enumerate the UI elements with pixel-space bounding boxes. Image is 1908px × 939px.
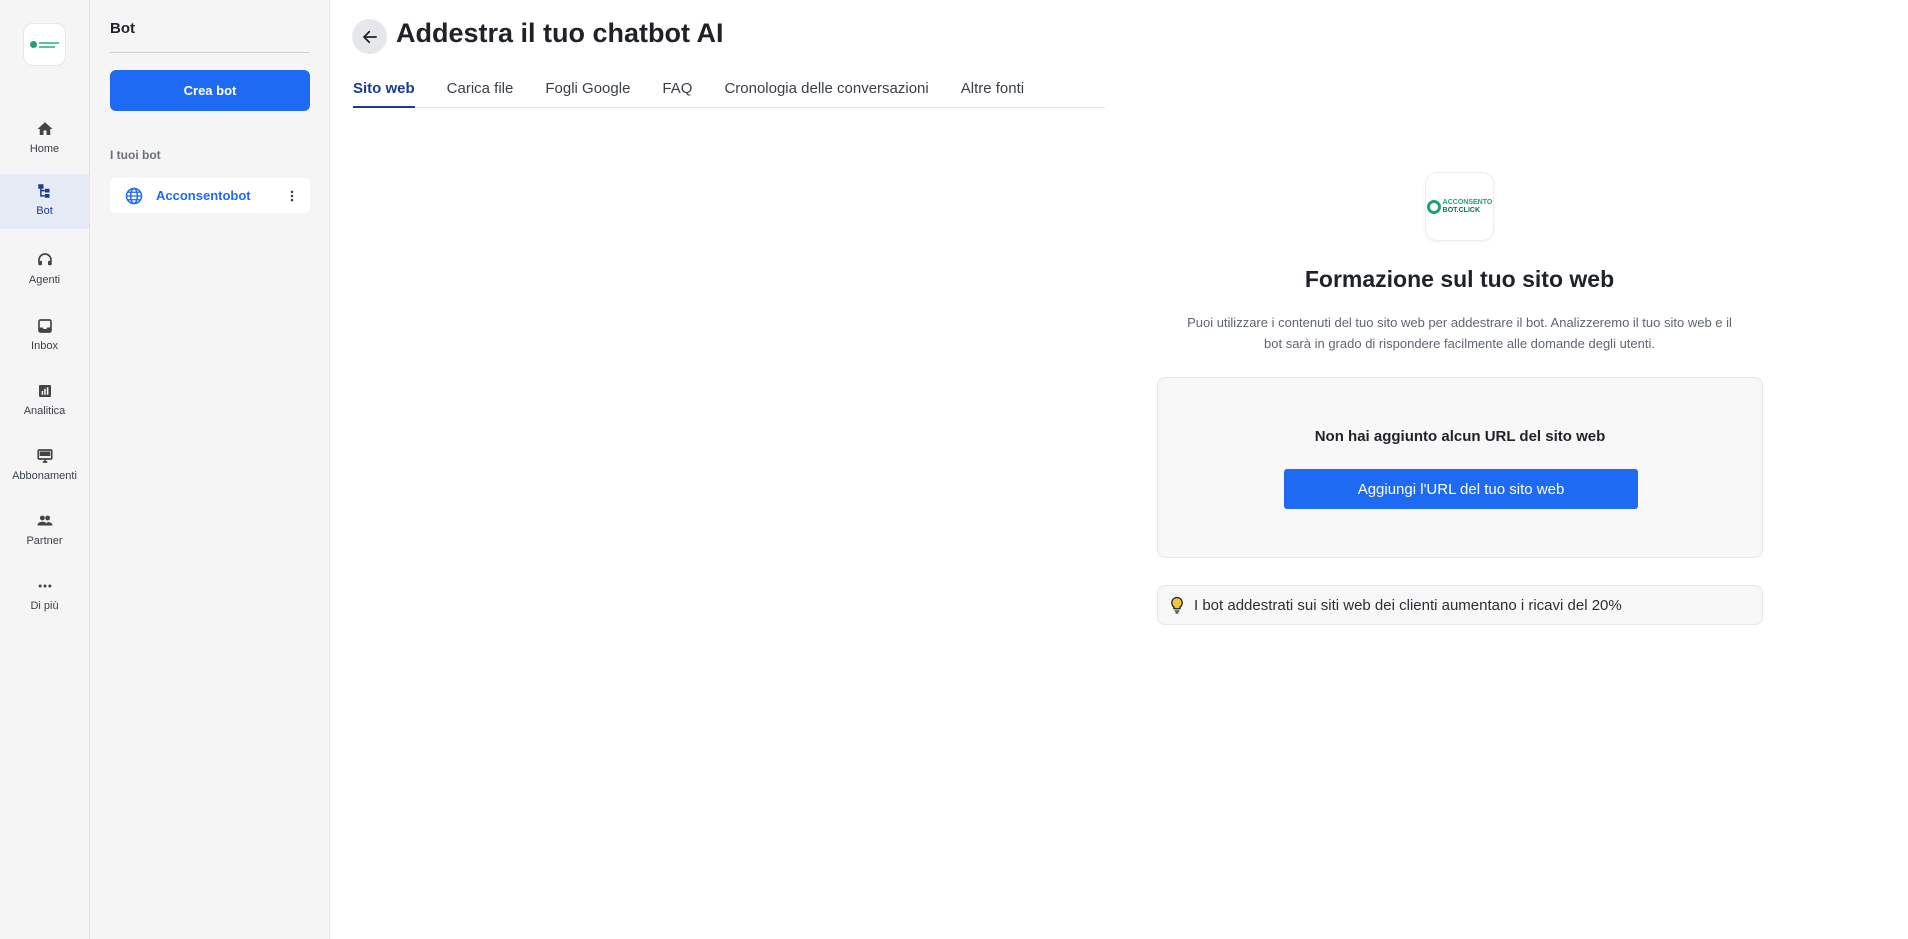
bot-sidebar: Bot Crea bot I tuoi bot Acconsentobot bbox=[90, 0, 330, 939]
nav-agenti-label: Agenti bbox=[28, 274, 61, 286]
tab-sito-web[interactable]: Sito web bbox=[353, 78, 415, 108]
lightbulb-icon bbox=[1171, 596, 1183, 614]
bot-options-button[interactable] bbox=[278, 182, 306, 210]
tab-faq[interactable]: FAQ bbox=[662, 78, 692, 108]
icon-rail: Home Bot Agenti Inbox Analitica Abboname… bbox=[0, 0, 90, 939]
bot-list-item[interactable]: Acconsentobot bbox=[110, 178, 310, 213]
tab-carica-file[interactable]: Carica file bbox=[447, 78, 514, 108]
add-website-url-button[interactable]: Aggiungi l'URL del tuo sito web bbox=[1284, 469, 1638, 509]
headset-icon bbox=[37, 253, 52, 266]
nav-partner-label: Partner bbox=[26, 535, 63, 547]
sidebar-title: Bot bbox=[110, 20, 135, 37]
nav-inbox-label: Inbox bbox=[31, 340, 58, 352]
nav-abbonamenti-label: Abbonamenti bbox=[12, 470, 77, 482]
empty-url-message: Non hai aggiunto alcun URL del sito web bbox=[1314, 428, 1606, 445]
nav-bot[interactable]: Bot bbox=[0, 174, 89, 229]
arrow-left-icon bbox=[362, 30, 377, 43]
nav-abbonamenti[interactable]: Abbonamenti bbox=[0, 439, 89, 494]
tip-text: I bot addestrati sui siti web dei client… bbox=[1194, 596, 1622, 614]
tip-banner: I bot addestrati sui siti web dei client… bbox=[1157, 585, 1763, 625]
home-icon bbox=[37, 122, 52, 135]
tab-fogli-google[interactable]: Fogli Google bbox=[545, 78, 630, 108]
back-button[interactable] bbox=[352, 19, 387, 54]
empty-url-card: Non hai aggiunto alcun URL del sito web … bbox=[1157, 377, 1763, 558]
tab-cronologia[interactable]: Cronologia delle conversazioni bbox=[724, 78, 928, 108]
bot-icon bbox=[37, 184, 49, 198]
globe-icon bbox=[125, 187, 143, 204]
workspace-logo[interactable] bbox=[23, 23, 66, 66]
nav-home-label: Home bbox=[29, 143, 60, 155]
nav-analitica-label: Analitica bbox=[23, 405, 66, 417]
brand-logo-icon bbox=[30, 41, 59, 48]
bot-logo: ACCONSENTO BOT.CLICK bbox=[1425, 172, 1494, 241]
nav-more-label: Di più bbox=[30, 600, 59, 612]
people-icon bbox=[37, 515, 52, 526]
nav-home[interactable]: Home bbox=[0, 112, 89, 167]
page-title: Addestra il tuo chatbot AI bbox=[396, 18, 724, 48]
sidebar-divider bbox=[110, 52, 310, 53]
nav-analitica[interactable]: Analitica bbox=[0, 374, 89, 429]
inbox-icon bbox=[37, 319, 52, 333]
create-bot-button[interactable]: Crea bot bbox=[110, 70, 310, 111]
panel-description: Puoi utilizzare i contenuti del tuo sito… bbox=[1187, 315, 1732, 351]
nav-partner[interactable]: Partner bbox=[0, 504, 89, 559]
tab-altre-fonti[interactable]: Altre fonti bbox=[961, 78, 1024, 108]
nav-inbox[interactable]: Inbox bbox=[0, 309, 89, 364]
brand-logo-icon bbox=[1426, 199, 1441, 214]
training-tabs: Sito web Carica file Fogli Google FAQ Cr… bbox=[353, 78, 1105, 108]
more-vertical-icon bbox=[290, 190, 294, 201]
nav-more[interactable]: Di più bbox=[0, 569, 89, 624]
my-bots-heading: I tuoi bot bbox=[110, 148, 161, 162]
panel-title: Formazione sul tuo sito web bbox=[1304, 266, 1615, 292]
nav-agenti[interactable]: Agenti bbox=[0, 243, 89, 298]
more-horizontal-icon bbox=[38, 584, 51, 588]
monitor-icon bbox=[36, 449, 53, 463]
brand-logo-wordmark: ACCONSENTO BOT.CLICK bbox=[1442, 198, 1493, 214]
bot-name: Acconsentobot bbox=[156, 188, 251, 203]
nav-bot-label: Bot bbox=[36, 205, 53, 217]
chart-icon bbox=[38, 385, 51, 397]
